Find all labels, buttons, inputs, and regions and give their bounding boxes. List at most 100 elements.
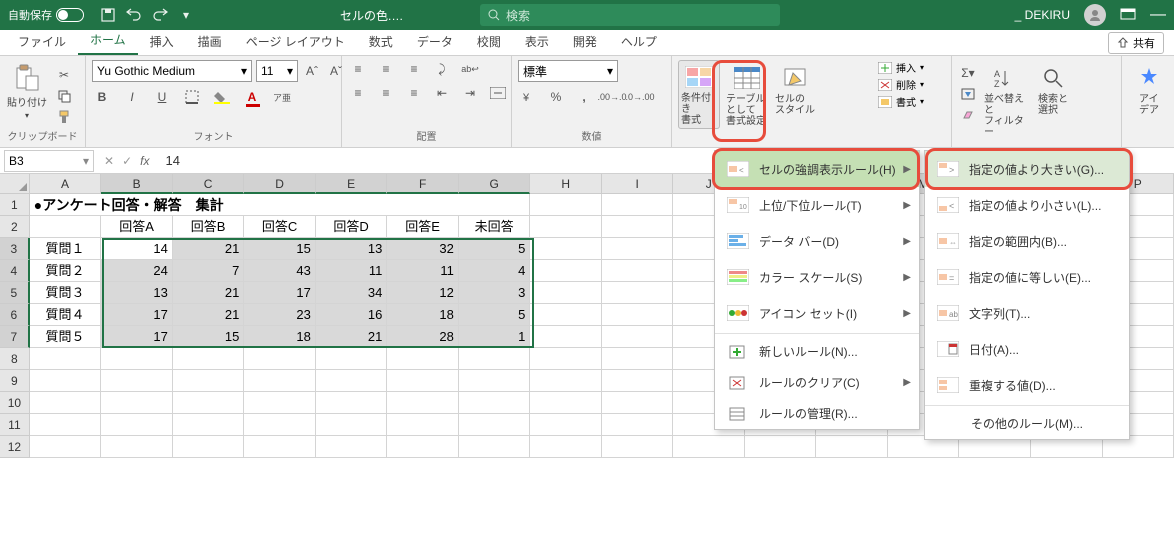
data-cell[interactable]: 21 <box>173 238 245 260</box>
fill-icon[interactable] <box>958 85 978 103</box>
[interactable] <box>316 370 388 392</box>
[interactable] <box>30 216 102 238</box>
autosave-toggle[interactable]: 自動保存 <box>8 7 84 23</box>
tab-file[interactable]: ファイル <box>6 28 78 55</box>
orientation-icon[interactable]: ⤸ <box>432 60 452 78</box>
[interactable] <box>602 194 674 216</box>
name-box[interactable]: B3▾ <box>4 150 94 172</box>
format-cells-button[interactable]: 書式▾ <box>878 94 924 109</box>
find-select-button[interactable]: 検索と 選択 <box>1032 60 1074 116</box>
[interactable] <box>387 370 459 392</box>
tab-draw[interactable]: 描画 <box>186 28 234 55</box>
tab-insert[interactable]: 挿入 <box>138 28 186 55</box>
decrease-decimal-icon[interactable]: .0→.00 <box>630 88 650 106</box>
data-cell[interactable]: 17 <box>244 282 316 304</box>
row-header[interactable]: 10 <box>0 392 30 414</box>
enter-formula-icon[interactable]: ✓ <box>122 154 132 168</box>
[interactable] <box>816 436 888 458</box>
[interactable] <box>387 392 459 414</box>
data-cell[interactable]: 23 <box>244 304 316 326</box>
[interactable] <box>387 414 459 436</box>
[interactable] <box>173 414 245 436</box>
column-header[interactable]: D <box>244 174 316 194</box>
indent-increase-icon[interactable]: ⇥ <box>460 84 480 102</box>
data-cell[interactable]: 12 <box>387 282 459 304</box>
[interactable] <box>530 370 602 392</box>
font-size-select[interactable]: 11▾ <box>256 60 298 82</box>
font-name-select[interactable]: Yu Gothic Medium▾ <box>92 60 252 82</box>
data-cell[interactable]: 14 <box>101 238 173 260</box>
column-label[interactable]: 回答A <box>101 216 173 238</box>
data-cell[interactable]: 34 <box>316 282 388 304</box>
row-label[interactable]: 質問２ <box>30 260 102 282</box>
column-header[interactable]: I <box>602 174 674 194</box>
[interactable] <box>530 304 602 326</box>
font-color-button[interactable]: A <box>242 88 262 106</box>
[interactable] <box>602 304 674 326</box>
data-cell[interactable]: 17 <box>101 326 173 348</box>
indent-decrease-icon[interactable]: ⇤ <box>432 84 452 102</box>
column-header[interactable]: B <box>101 174 173 194</box>
row-header[interactable]: 9 <box>0 370 30 392</box>
[interactable] <box>244 414 316 436</box>
[interactable] <box>173 348 245 370</box>
format-as-table-button[interactable]: テーブルとして 書式設定 <box>726 60 768 127</box>
[interactable] <box>316 392 388 414</box>
[interactable] <box>30 370 102 392</box>
cancel-formula-icon[interactable]: ✕ <box>104 154 114 168</box>
undo-icon[interactable] <box>126 7 142 23</box>
row-header[interactable]: 8 <box>0 348 30 370</box>
[interactable] <box>530 348 602 370</box>
insert-cells-button[interactable]: 挿入▾ <box>878 60 924 75</box>
qat-dropdown-icon[interactable]: ▾ <box>178 7 194 23</box>
[interactable] <box>602 216 674 238</box>
[interactable] <box>459 436 531 458</box>
data-cell[interactable]: 4 <box>459 260 531 282</box>
row-label[interactable]: 質問３ <box>30 282 102 304</box>
menu-text-contains[interactable]: ab 文字列(T)... <box>925 295 1129 331</box>
column-header[interactable]: A <box>30 174 102 194</box>
paste-button[interactable]: 貼り付け ▾ <box>6 60 48 120</box>
[interactable] <box>173 370 245 392</box>
column-header[interactable]: G <box>459 174 531 194</box>
menu-less-than[interactable]: < 指定の値より小さい(L)... <box>925 187 1129 223</box>
[interactable] <box>602 238 674 260</box>
[interactable] <box>30 414 102 436</box>
data-cell[interactable]: 5 <box>459 304 531 326</box>
[interactable] <box>530 392 602 414</box>
[interactable] <box>459 370 531 392</box>
[interactable] <box>173 392 245 414</box>
ideas-button[interactable]: アイ デア <box>1128 60 1170 116</box>
comma-icon[interactable]: , <box>574 88 594 106</box>
tab-data[interactable]: データ <box>405 28 465 55</box>
[interactable] <box>530 238 602 260</box>
menu-greater-than[interactable]: > 指定の値より大きい(G)... <box>925 151 1129 187</box>
data-cell[interactable]: 18 <box>387 304 459 326</box>
data-cell[interactable]: 21 <box>316 326 388 348</box>
[interactable] <box>530 282 602 304</box>
row-header[interactable]: 4 <box>0 260 30 282</box>
data-cell[interactable]: 18 <box>244 326 316 348</box>
data-cell[interactable]: 21 <box>173 282 245 304</box>
menu-new-rule[interactable]: 新しいルール(N)... <box>715 336 919 367</box>
bold-button[interactable]: B <box>92 88 112 106</box>
tab-dev[interactable]: 開発 <box>561 28 609 55</box>
[interactable] <box>101 436 173 458</box>
[interactable] <box>602 326 674 348</box>
data-cell[interactable]: 7 <box>173 260 245 282</box>
data-cell[interactable]: 43 <box>244 260 316 282</box>
fx-icon[interactable]: fx <box>140 154 149 168</box>
fill-color-button[interactable] <box>212 88 232 106</box>
data-cell[interactable]: 24 <box>101 260 173 282</box>
increase-font-icon[interactable]: Aˆ <box>302 62 322 80</box>
select-all-corner[interactable] <box>0 174 30 194</box>
column-label[interactable]: 未回答 <box>459 216 531 238</box>
merge-cells-icon[interactable] <box>488 84 508 102</box>
column-header[interactable]: H <box>530 174 602 194</box>
menu-equal-to[interactable]: = 指定の値に等しい(E)... <box>925 259 1129 295</box>
underline-button[interactable]: U <box>152 88 172 106</box>
[interactable] <box>602 282 674 304</box>
menu-icon-sets[interactable]: アイコン セット(I)▶ <box>715 295 919 331</box>
ribbon-display-icon[interactable] <box>1120 8 1136 22</box>
[interactable] <box>244 392 316 414</box>
